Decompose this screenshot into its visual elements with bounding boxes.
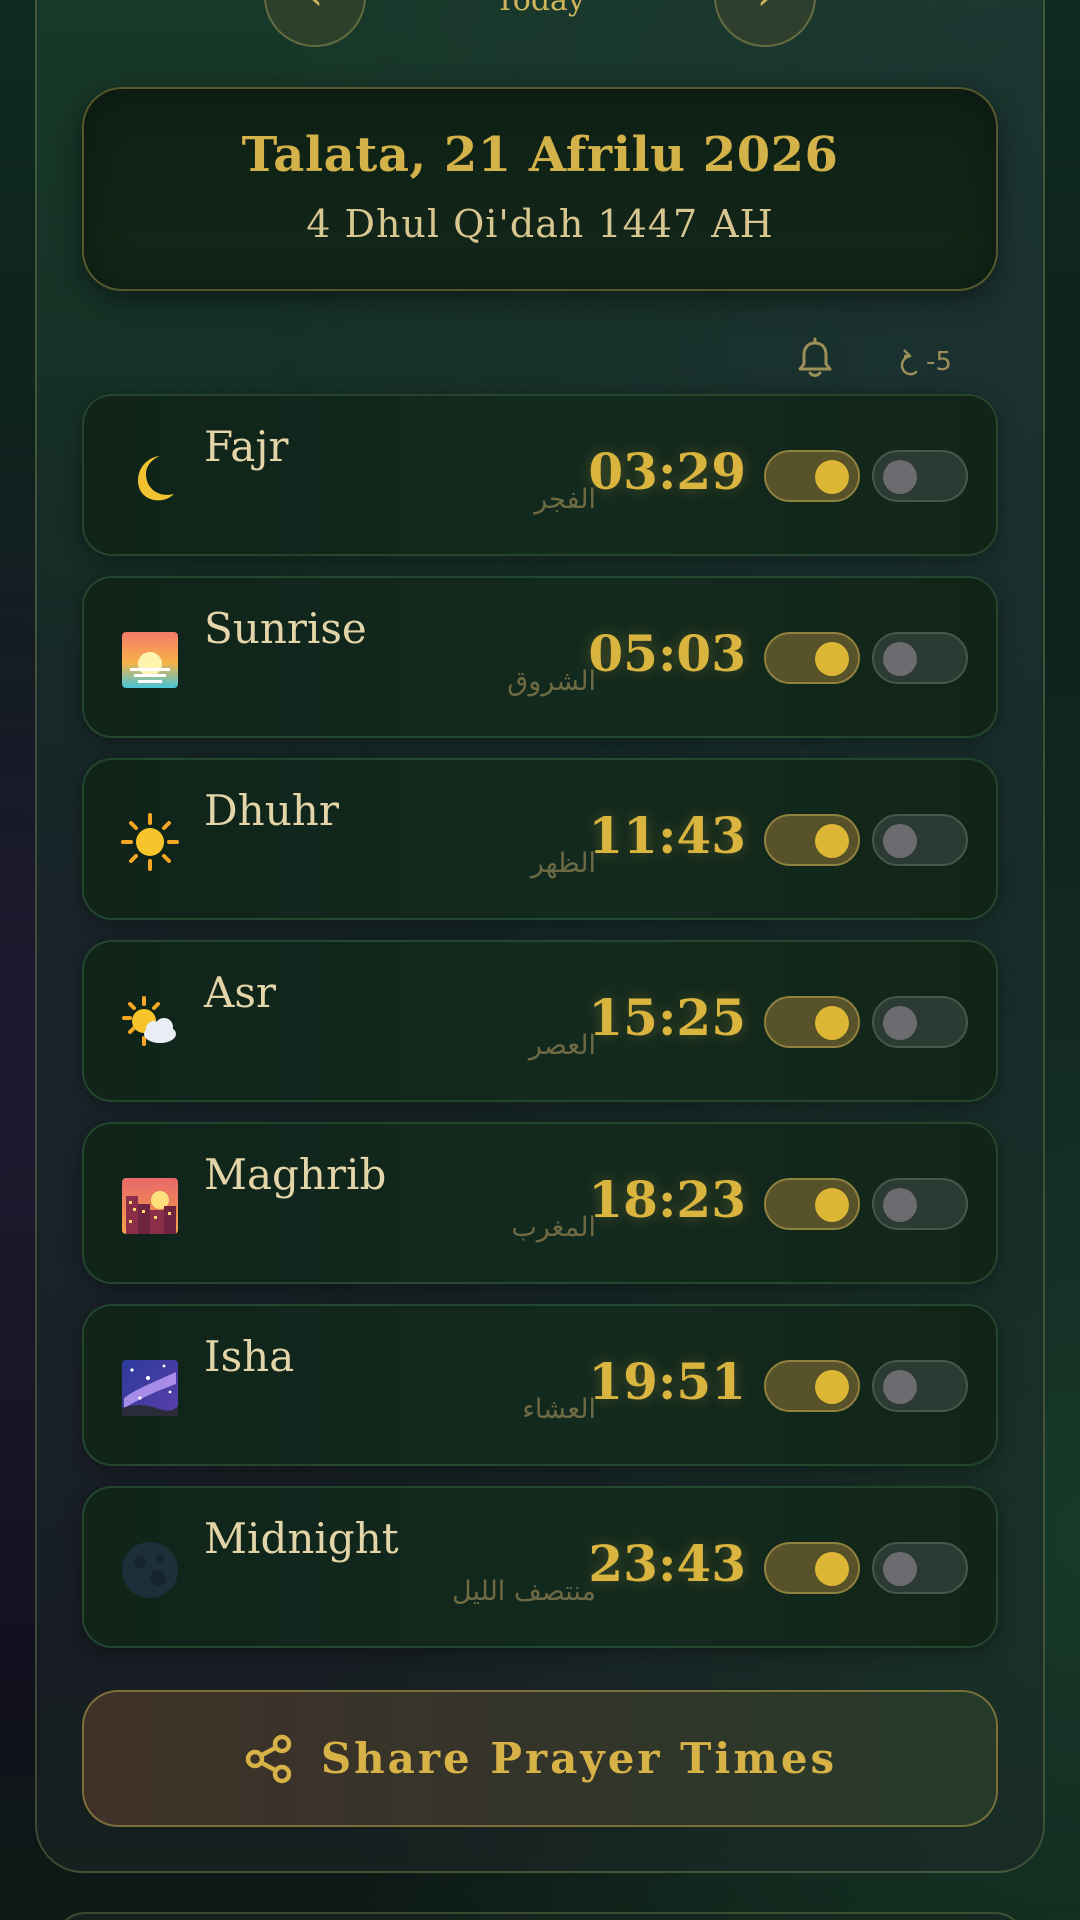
prayer-name-arabic: العشاء (522, 1394, 596, 1425)
adhan-toggle[interactable] (872, 814, 968, 866)
prayer-time: 19:51 (588, 1352, 746, 1411)
notify-toggle[interactable] (764, 996, 860, 1048)
prayer-name-arabic: المغرب (511, 1212, 596, 1243)
crescent-moon-icon (138, 456, 174, 501)
adhan-toggle[interactable] (872, 450, 968, 502)
notify-toggle[interactable] (764, 450, 860, 502)
prayer-time: 23:43 (588, 1534, 746, 1593)
hijri-date: 4 Dhul Qi'dah 1447 AH (306, 202, 774, 246)
notify-toggle[interactable] (764, 1178, 860, 1230)
notify-toggle[interactable] (764, 1542, 860, 1594)
date-card: Talata, 21 Afrilu 2026 4 Dhul Qi'dah 144… (82, 87, 998, 291)
share-prayer-times-button[interactable]: Share Prayer Times (82, 1690, 998, 1827)
adhan-toggle[interactable] (872, 996, 968, 1048)
prayer-time: 15:25 (588, 988, 746, 1047)
sun-cloud-icon (122, 996, 176, 1046)
prayer-row-fajr: Fajr الفجر 03:29 (82, 394, 998, 556)
prayer-name: Fajr (204, 422, 289, 471)
time-offset[interactable]: -5 (896, 344, 952, 380)
adjust-icon (900, 349, 918, 376)
adhan-toggle[interactable] (872, 1542, 968, 1594)
prayer-time: 18:23 (588, 1170, 746, 1229)
prayer-name: Dhuhr (204, 786, 339, 835)
chevron-left-icon: ‹ (307, 0, 323, 19)
prayer-row-isha: Isha العشاء 19:51 (82, 1304, 998, 1466)
prayer-name: Midnight (204, 1514, 399, 1563)
day-label[interactable]: Today (400, 0, 680, 16)
prayer-name-arabic: الشروق (507, 666, 596, 697)
prayer-row-maghrib: Maghrib المغرب 18:23 (82, 1122, 998, 1284)
offset-value: -5 (926, 347, 952, 377)
sunrise-icon (122, 632, 178, 688)
prayer-row-dhuhr: Dhuhr الظهر 11:43 (82, 758, 998, 920)
prayer-name-arabic: الفجر (534, 484, 596, 515)
prayer-time: 11:43 (588, 806, 746, 865)
notify-toggle[interactable] (764, 814, 860, 866)
notify-toggle[interactable] (764, 632, 860, 684)
next-card (55, 1912, 1025, 1920)
prayer-name: Asr (204, 968, 276, 1017)
adhan-toggle[interactable] (872, 632, 968, 684)
adhan-toggle[interactable] (872, 1360, 968, 1412)
prayer-row-midnight: Midnight منتصف الليل 23:43 (82, 1486, 998, 1648)
sunset-city-icon (122, 1178, 178, 1234)
sun-icon (121, 813, 179, 871)
chevron-right-icon: › (757, 0, 773, 19)
share-icon (245, 1734, 292, 1783)
prayer-name: Isha (204, 1332, 295, 1381)
adhan-toggle[interactable] (872, 1178, 968, 1230)
prayer-name-arabic: الظهر (530, 848, 596, 879)
new-moon-icon (122, 1542, 178, 1598)
gregorian-date: Talata, 21 Afrilu 2026 (241, 127, 839, 183)
prayer-row-sunrise: Sunrise الشروق 05:03 (82, 576, 998, 738)
prayer-time: 05:03 (588, 624, 746, 683)
notify-toggle[interactable] (764, 1360, 860, 1412)
bell-icon[interactable] (793, 337, 837, 381)
milky-way-icon (122, 1360, 178, 1416)
prayer-name-arabic: منتصف الليل (452, 1576, 596, 1607)
share-label: Share Prayer Times (320, 1734, 838, 1783)
prayer-time: 03:29 (588, 442, 746, 501)
prayer-name-arabic: العصر (528, 1030, 596, 1061)
prayer-name: Maghrib (204, 1150, 387, 1199)
prayer-name: Sunrise (204, 604, 367, 653)
prayer-row-asr: Asr العصر 15:25 (82, 940, 998, 1102)
